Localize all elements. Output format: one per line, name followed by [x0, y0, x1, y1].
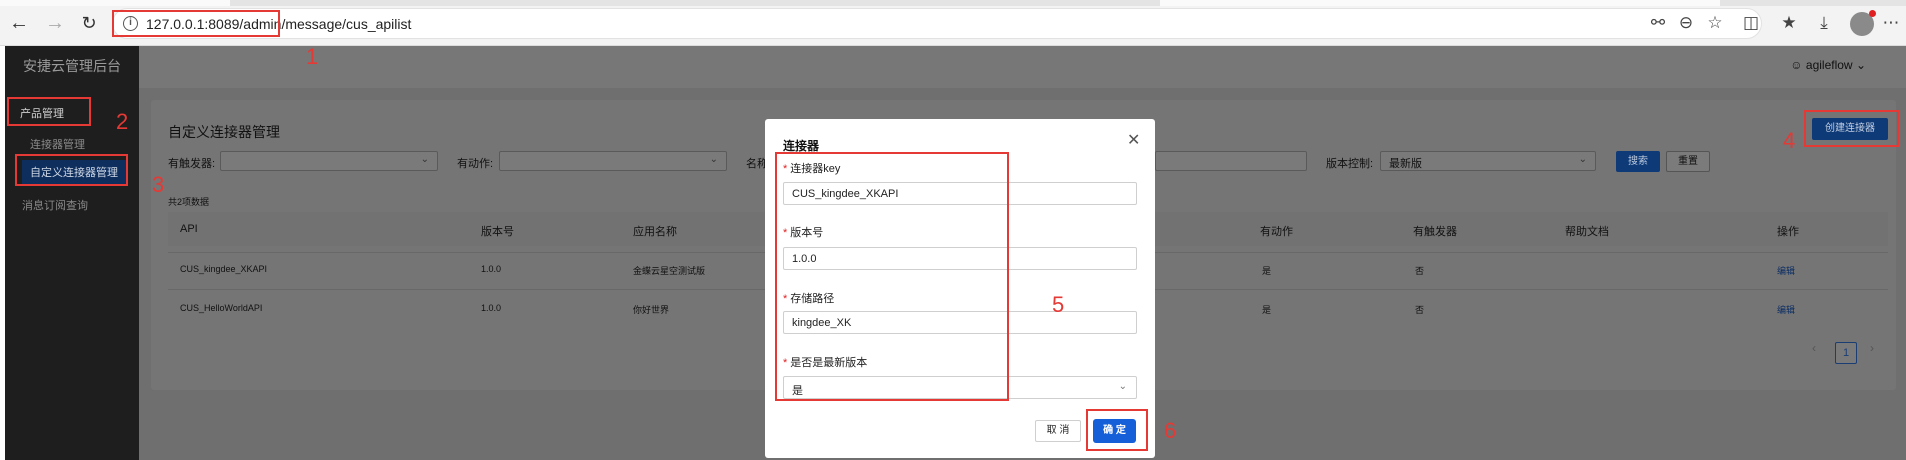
filter-trigger-select[interactable]: ⌄ [220, 151, 438, 171]
annotation-number: 1 [306, 44, 319, 69]
annotation-number: 2 [116, 109, 129, 134]
browser-tab[interactable] [1160, 0, 1720, 6]
download-icon[interactable]: ⤓ [1813, 13, 1835, 33]
favorites-icon[interactable]: ★ [1778, 13, 1800, 33]
field-label-path: * 存储路径 [783, 290, 834, 306]
required-mark: * [783, 227, 788, 239]
cell-has-action: 是 [1262, 266, 1272, 276]
cell-version: 1.0.0 [481, 303, 502, 313]
cell-api: CUS_HelloWorldAPI [180, 303, 263, 313]
user-icon: ☺ [1790, 58, 1806, 72]
tab-strip [0, 0, 1906, 6]
confirm-button[interactable]: 确 定 [1093, 419, 1136, 443]
search-button[interactable]: 搜索 [1616, 151, 1660, 172]
column-header: 版本号 [481, 226, 514, 238]
column-header: 应用名称 [633, 226, 677, 238]
pagination-prev[interactable]: ‹ [1812, 341, 1816, 355]
column-header: 有触发器 [1413, 226, 1457, 238]
pagination-page[interactable]: 1 [1835, 342, 1857, 364]
required-mark: * [783, 293, 788, 305]
url-text[interactable]: 127.0.0.1:8089/admin/message/cus_apilist [146, 16, 411, 32]
more-icon[interactable]: ⋯ [1880, 13, 1902, 33]
is-latest-select[interactable]: 是 ⌄ [783, 376, 1137, 399]
required-mark: * [783, 163, 788, 175]
filter-action-select[interactable]: ⌄ [499, 151, 727, 171]
user-menu[interactable]: ☺ agileflow ⌄ [1790, 58, 1866, 72]
connector-key-input[interactable]: CUS_kingdee_XKAPI [783, 182, 1137, 205]
close-icon[interactable]: ✕ [1127, 130, 1140, 150]
field-label-text: 存储路径 [790, 293, 835, 305]
field-label-text: 是否是最新版本 [790, 357, 868, 369]
back-icon[interactable]: ← [8, 12, 30, 34]
filter-version-value: 最新版 [1389, 158, 1422, 170]
chevron-down-icon: ⌄ [420, 154, 429, 165]
cell-has-action: 是 [1262, 305, 1272, 315]
annotation-number: 4 [1783, 128, 1796, 153]
reset-button[interactable]: 重置 [1666, 151, 1710, 172]
version-input[interactable]: 1.0.0 [783, 247, 1137, 270]
column-header: 帮助文档 [1565, 226, 1609, 238]
edit-link[interactable]: 编辑 [1777, 303, 1795, 316]
filter-action-label: 有动作: [457, 158, 494, 170]
brand-title: 安捷云管理后台 [23, 58, 121, 74]
field-label-text: 版本号 [790, 227, 824, 239]
chevron-down-icon: ⌄ [709, 154, 718, 165]
screen: { "browser": { "url": "127.0.0.1:8089/ad… [0, 0, 1906, 460]
browser-toolbar: ← → ↻ i 127.0.0.1:8089/admin/message/cus… [0, 0, 1906, 46]
cell-has-trigger: 否 [1415, 305, 1425, 315]
field-label-text: 连接器key [790, 163, 841, 175]
create-connector-button[interactable]: 创建连接器 [1812, 118, 1888, 140]
chevron-down-icon: ⌄ [1855, 58, 1866, 72]
profile-icon[interactable] [1850, 10, 1876, 36]
address-bar[interactable]: i 127.0.0.1:8089/admin/message/cus_apili… [112, 8, 1762, 39]
is-latest-value: 是 [792, 385, 803, 397]
cell-app-name: 你好世界 [633, 305, 670, 315]
sidebar-item-custom-connectors[interactable]: 自定义连接器管理 [22, 160, 126, 184]
info-icon[interactable]: i [123, 16, 138, 31]
field-label-version: * 版本号 [783, 224, 823, 240]
cell-app-name: 金蝶云星空测试版 [633, 266, 706, 276]
filter-trigger-label: 有触发器: [168, 158, 216, 170]
cancel-button[interactable]: 取 消 [1035, 420, 1081, 442]
column-header: API [180, 223, 198, 235]
browser-tab[interactable] [0, 0, 230, 6]
sidebar-item-message-subscription[interactable]: 消息订阅查询 [22, 197, 88, 213]
forward-icon[interactable]: → [44, 12, 66, 34]
cell-has-trigger: 否 [1415, 266, 1425, 276]
app-header: ☺ agileflow ⌄ [139, 46, 1906, 88]
extensions-icon[interactable]: ◫ [1740, 13, 1762, 33]
total-count: 共2项数据 [168, 197, 210, 207]
cell-api: CUS_kingdee_XKAPI [180, 264, 268, 274]
required-mark: * [783, 357, 788, 369]
field-label-key: * 连接器key [783, 160, 840, 176]
edit-link[interactable]: 编辑 [1777, 264, 1795, 277]
storage-path-input[interactable]: kingdee_XK [783, 311, 1137, 334]
filter-name-input[interactable] [1155, 151, 1307, 171]
annotation-number: 5 [1052, 292, 1065, 317]
key-icon[interactable]: ⚯ [1647, 13, 1669, 33]
filter-version-label: 版本控制: [1326, 158, 1374, 170]
zoom-icon[interactable]: ⊖ [1675, 13, 1697, 33]
chevron-down-icon: ⌄ [1118, 381, 1127, 392]
annotation-number: 6 [1164, 418, 1177, 443]
cell-version: 1.0.0 [481, 264, 502, 274]
filter-version-select[interactable]: 最新版 ⌄ [1380, 151, 1596, 171]
field-label-latest: * 是否是最新版本 [783, 354, 867, 370]
user-name: agileflow [1805, 58, 1853, 72]
sidebar-item-product[interactable]: 产品管理 [20, 105, 64, 121]
column-header: 操作 [1777, 226, 1799, 238]
star-icon[interactable]: ☆ [1704, 13, 1726, 33]
annotation-number: 3 [152, 172, 165, 197]
page-title: 自定义连接器管理 [168, 124, 280, 140]
chevron-down-icon: ⌄ [1578, 154, 1587, 165]
column-header: 有动作 [1260, 226, 1293, 238]
pagination-next[interactable]: › [1870, 341, 1874, 355]
sidebar-item-connectors[interactable]: 连接器管理 [30, 136, 85, 152]
modal-title: 连接器 [783, 139, 820, 153]
reload-icon[interactable]: ↻ [78, 12, 100, 34]
